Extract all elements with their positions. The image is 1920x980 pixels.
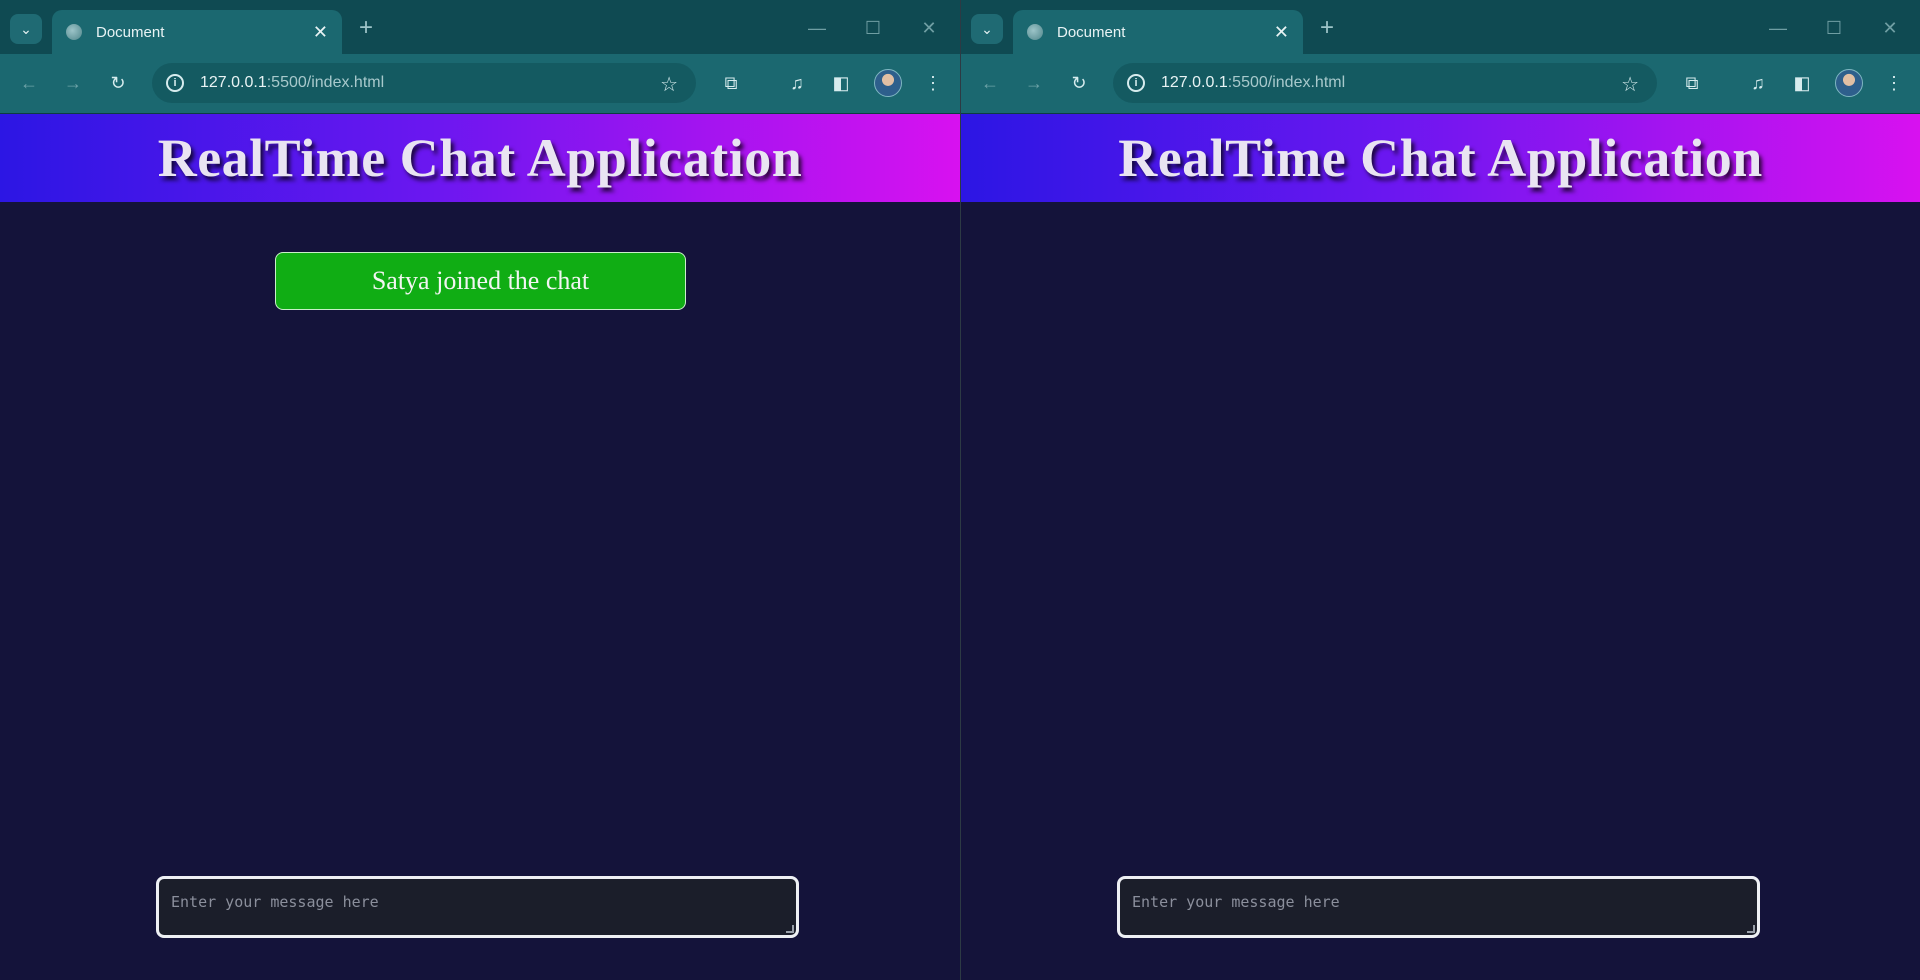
extensions-icon[interactable]: ⧉ [1677, 68, 1707, 98]
reload-icon[interactable]: ↻ [103, 68, 133, 98]
browser-tab[interactable]: Document ✕ [52, 10, 342, 54]
message-input-container [1117, 876, 1760, 938]
address-bar[interactable]: i 127.0.0.1:5500/index.html ☆ [1113, 63, 1657, 103]
bookmark-star-icon[interactable]: ☆ [1621, 72, 1639, 97]
tab-strip: ⌄ Document ✕ + — ☐ ✕ [961, 0, 1920, 54]
maximize-icon[interactable]: ☐ [1819, 14, 1849, 42]
profile-avatar[interactable] [1835, 69, 1863, 97]
extensions-icon[interactable]: ⧉ [716, 68, 746, 98]
tab-strip: ⌄ Document ✕ + — ☐ ✕ [0, 0, 960, 54]
reload-icon[interactable]: ↻ [1064, 68, 1094, 98]
site-info-icon[interactable]: i [1127, 74, 1145, 92]
media-control-icon[interactable]: ♫ [1743, 68, 1773, 98]
url-path: :5500/index.html [266, 74, 385, 91]
menu-kebab-icon[interactable]: ⋮ [1879, 68, 1909, 98]
tab-search-button[interactable]: ⌄ [971, 14, 1003, 44]
message-input[interactable] [171, 893, 784, 921]
new-tab-button[interactable]: + [352, 14, 380, 42]
minimize-icon[interactable]: — [1763, 14, 1793, 42]
globe-icon [1027, 24, 1043, 40]
desktop-screen: ⌄ Document ✕ + — ☐ ✕ ← → ↻ i 127.0.0.1:5… [0, 0, 1920, 980]
tab-title: Document [1057, 23, 1126, 41]
globe-icon [66, 24, 82, 40]
chat-page: RealTime Chat Application Satya joined t… [0, 114, 960, 980]
chevron-down-icon: ⌄ [981, 20, 993, 37]
chevron-down-icon: ⌄ [20, 20, 32, 37]
side-panel-icon[interactable]: ◧ [1787, 68, 1817, 98]
url-path: :5500/index.html [1227, 74, 1346, 91]
minimize-icon[interactable]: — [802, 14, 832, 42]
resize-handle-icon[interactable] [1747, 925, 1755, 933]
message-input[interactable] [1132, 893, 1745, 921]
bookmark-star-icon[interactable]: ☆ [660, 72, 678, 97]
close-tab-icon[interactable]: ✕ [313, 22, 328, 43]
browser-toolbar: ← → ↻ i 127.0.0.1:5500/index.html ☆ ⧉ ♫ … [0, 54, 960, 114]
maximize-icon[interactable]: ☐ [858, 14, 888, 42]
join-notification-text: Satya joined the chat [371, 266, 590, 295]
tab-search-button[interactable]: ⌄ [10, 14, 42, 44]
address-bar[interactable]: i 127.0.0.1:5500/index.html ☆ [152, 63, 696, 103]
site-info-icon[interactable]: i [166, 74, 184, 92]
browser-toolbar: ← → ↻ i 127.0.0.1:5500/index.html ☆ ⧉ ♫ … [961, 54, 1920, 114]
profile-avatar[interactable] [874, 69, 902, 97]
forward-icon[interactable]: → [1019, 68, 1049, 98]
browser-tab[interactable]: Document ✕ [1013, 10, 1303, 54]
url-host: 127.0.0.1 [200, 74, 267, 91]
url-host: 127.0.0.1 [1161, 74, 1228, 91]
forward-icon[interactable]: → [58, 68, 88, 98]
close-tab-icon[interactable]: ✕ [1274, 22, 1289, 43]
browser-window-right: ⌄ Document ✕ + — ☐ ✕ ← → ↻ i 127.0.0.1:5… [960, 0, 1920, 980]
new-tab-button[interactable]: + [1313, 14, 1341, 42]
side-panel-icon[interactable]: ◧ [826, 68, 856, 98]
url-text[interactable]: 127.0.0.1:5500/index.html [200, 74, 384, 92]
back-icon[interactable]: ← [975, 68, 1005, 98]
browser-window-left: ⌄ Document ✕ + — ☐ ✕ ← → ↻ i 127.0.0.1:5… [0, 0, 960, 980]
join-notification: Satya joined the chat [275, 252, 686, 310]
page-title: RealTime Chat Application [1118, 128, 1763, 188]
url-text[interactable]: 127.0.0.1:5500/index.html [1161, 74, 1345, 92]
page-title: RealTime Chat Application [157, 128, 803, 188]
tab-title: Document [96, 23, 165, 41]
page-header: RealTime Chat Application [961, 114, 1920, 202]
media-control-icon[interactable]: ♫ [782, 68, 812, 98]
window-close-icon[interactable]: ✕ [1875, 14, 1905, 42]
message-input-container [156, 876, 799, 938]
resize-handle-icon[interactable] [786, 925, 794, 933]
chat-page: RealTime Chat Application [961, 114, 1920, 980]
menu-kebab-icon[interactable]: ⋮ [918, 68, 948, 98]
window-close-icon[interactable]: ✕ [914, 14, 944, 42]
page-header: RealTime Chat Application [0, 114, 960, 202]
back-icon[interactable]: ← [14, 68, 44, 98]
